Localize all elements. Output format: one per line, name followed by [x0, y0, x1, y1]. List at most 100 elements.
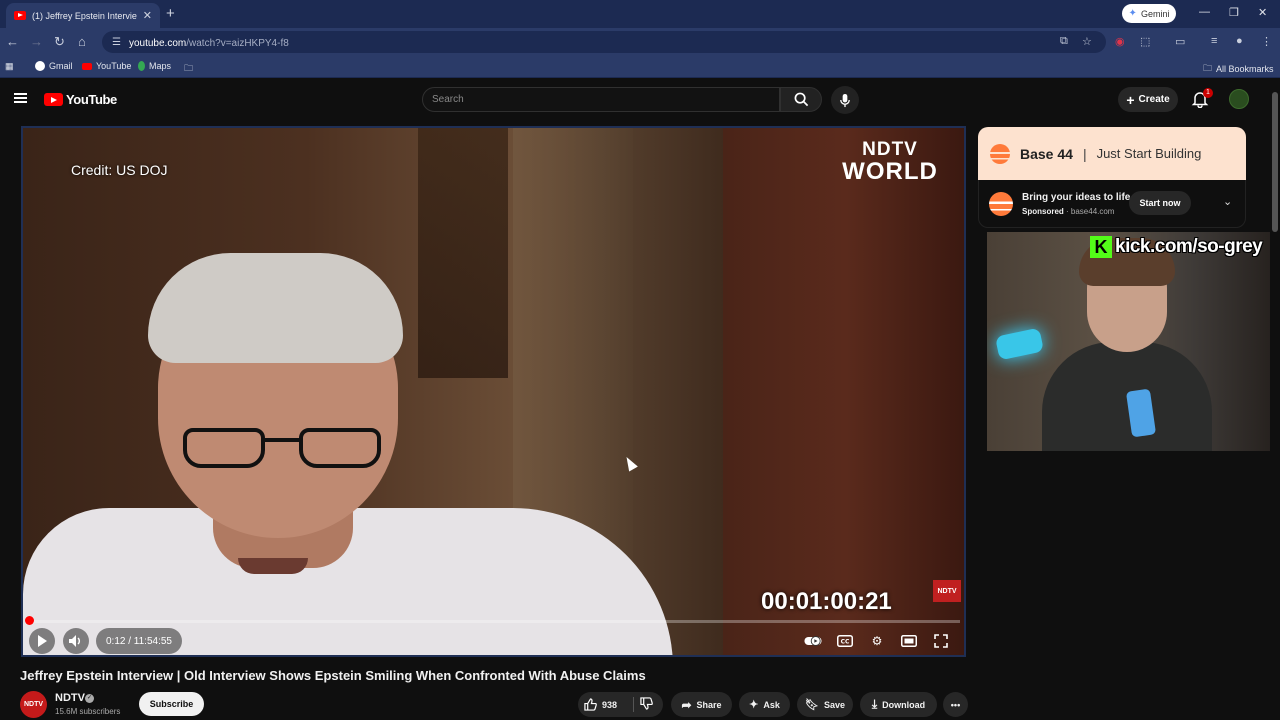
bookmark-label: Maps	[149, 61, 172, 71]
channel-name[interactable]: NDTV	[55, 692, 85, 704]
webcam-overlay	[987, 232, 1280, 451]
dislike-button[interactable]	[640, 697, 653, 715]
media-controls-icon[interactable]: ≡	[1211, 35, 1217, 47]
ad-separator: |	[1082, 145, 1087, 162]
bookmark-label: Gmail	[49, 61, 73, 71]
bookmark-youtube[interactable]: YouTube	[82, 61, 131, 71]
video-player[interactable]: Credit: US DOJ NDTV WORLD 00:01:00:21 ND…	[21, 126, 966, 657]
ask-button[interactable]: ✦ Ask	[739, 692, 790, 717]
bookmark-label: YouTube	[96, 61, 132, 71]
notification-count-badge: 1	[1203, 88, 1213, 98]
fullscreen-icon	[934, 634, 948, 648]
cast-icon[interactable]: ▭	[1175, 35, 1185, 48]
bookmark-maps[interactable]: Maps	[138, 61, 171, 71]
more-horizontal-icon: •••	[950, 699, 961, 710]
captions-button[interactable]: CC	[836, 633, 854, 649]
create-label: Create	[1138, 94, 1170, 105]
search-input[interactable]: Search	[422, 87, 780, 112]
more-actions-button[interactable]: •••	[943, 692, 968, 717]
tab-title: (1) Jeffrey Epstein Interview | Ol	[32, 10, 137, 21]
voice-search-button[interactable]	[831, 86, 859, 114]
site-info-icon[interactable]: ☰	[112, 37, 121, 48]
like-button[interactable]: 938	[584, 692, 617, 717]
browser-menu-icon[interactable]: ⋮	[1261, 35, 1272, 48]
reload-icon[interactable]: ↻	[54, 34, 65, 50]
settings-button[interactable]: ⚙	[868, 633, 886, 649]
youtube-logo[interactable]: YouTube	[44, 92, 117, 107]
ad-cta-button[interactable]: Start now	[1129, 191, 1191, 215]
ad-headline[interactable]: Bring your ideas to life	[1022, 192, 1130, 203]
advertiser-icon[interactable]	[989, 192, 1013, 216]
play-button[interactable]	[29, 628, 55, 654]
download-button[interactable]: ⤓ Download	[860, 692, 937, 717]
back-icon[interactable]: ←	[6, 34, 19, 49]
share-button[interactable]: ➦ Share	[671, 692, 732, 717]
bookmarks-bar: ▦ Gmail YouTube Maps 🗀 🗀 All Bookmarks	[0, 56, 1280, 78]
bookmark-icon: 🔖︎	[805, 699, 819, 711]
scrollbar-thumb[interactable]	[1272, 92, 1278, 232]
search-icon	[794, 92, 808, 107]
sparkle-icon: ✦	[749, 699, 759, 711]
forward-icon[interactable]: →	[30, 34, 43, 49]
youtube-icon	[82, 62, 92, 70]
search-button[interactable]	[780, 87, 822, 112]
search-placeholder: Search	[432, 94, 464, 105]
install-app-icon[interactable]: ⧉	[1060, 35, 1068, 48]
window-close-icon[interactable]: ✕	[1258, 6, 1267, 19]
url-path: /watch?v=aizHKPY4-f8	[186, 38, 289, 49]
theater-mode-button[interactable]	[900, 633, 918, 649]
mute-button[interactable]	[63, 628, 89, 654]
all-bookmarks[interactable]: 🗀 All Bookmarks	[1203, 61, 1274, 77]
theater-mode-icon	[901, 635, 917, 647]
ndtv-corner-bug: NDTV	[933, 580, 961, 602]
gemini-button[interactable]: ✦ Gemini	[1122, 4, 1176, 23]
youtube-favicon-icon	[14, 11, 26, 20]
volume-icon	[69, 635, 80, 647]
bookmark-folder-icon[interactable]: 🗀	[184, 61, 193, 77]
kick-logo-icon: K	[1090, 236, 1112, 258]
address-bar[interactable]: ☰ youtube.com/watch?v=aizHKPY4-f8	[102, 31, 1106, 53]
save-button[interactable]: 🔖︎ Save	[797, 692, 853, 717]
chevron-down-icon[interactable]: ⌄	[1223, 195, 1232, 208]
plus-icon: +	[1126, 91, 1135, 108]
home-icon[interactable]: ⌂	[78, 34, 86, 49]
restore-icon[interactable]: ❐	[1229, 6, 1239, 19]
profile-icon[interactable]: ●	[1236, 35, 1243, 47]
video-title: Jeffrey Epstein Interview | Old Intervie…	[20, 668, 646, 683]
minimize-icon[interactable]: —	[1199, 6, 1210, 18]
kick-channel-text: kick.com/so-grey	[1115, 236, 1263, 257]
ad-sponsor-line: Sponsored · base44.com	[1022, 207, 1115, 216]
video-progress-bar[interactable]	[28, 620, 960, 623]
share-icon: ➦	[681, 697, 692, 712]
progress-scrubber[interactable]	[25, 616, 34, 625]
new-tab-icon[interactable]: +	[166, 5, 175, 22]
account-avatar[interactable]	[1229, 89, 1249, 109]
ad-info: Bring your ideas to life Sponsored · bas…	[978, 180, 1246, 228]
create-button[interactable]: + Create	[1118, 87, 1178, 112]
fullscreen-button[interactable]	[932, 633, 950, 649]
ad-tagline: Just Start Building	[1096, 146, 1202, 161]
channel-avatar[interactable]: NDTV	[20, 691, 47, 718]
microphone-icon	[840, 93, 850, 107]
apps-grid-icon[interactable]: ▦	[5, 61, 14, 72]
menu-icon[interactable]	[14, 93, 27, 103]
extensions-icon[interactable]: ⬚	[1140, 35, 1150, 48]
extension-record-icon[interactable]: ◉	[1115, 35, 1125, 48]
tab-close-icon[interactable]: ✕	[143, 9, 152, 22]
autoplay-toggle[interactable]	[804, 633, 822, 649]
browser-tab-active[interactable]: (1) Jeffrey Epstein Interview | Ol ✕	[6, 3, 160, 28]
all-bookmarks-label: All Bookmarks	[1216, 64, 1274, 74]
folder-icon: 🗀	[1203, 63, 1213, 73]
url-host: youtube.com	[128, 38, 187, 49]
gmail-icon	[35, 61, 45, 71]
subscribe-button[interactable]: Subscribe	[139, 692, 204, 716]
bookmark-gmail[interactable]: Gmail	[35, 61, 73, 71]
bookmark-star-icon[interactable]: ☆	[1082, 35, 1092, 48]
browser-tabbar: (1) Jeffrey Epstein Interview | Ol ✕ + ✦…	[0, 0, 1280, 28]
captions-icon: CC	[837, 635, 853, 647]
download-icon: ⤓	[871, 697, 878, 711]
ad-banner[interactable]: Base 44 | Just Start Building	[978, 127, 1246, 180]
youtube-header: YouTube Search + Create 1	[0, 80, 1280, 120]
subscriber-count: 15.6M subscribers	[55, 707, 121, 716]
time-display: 0:12 / 11:54:55	[96, 628, 182, 654]
